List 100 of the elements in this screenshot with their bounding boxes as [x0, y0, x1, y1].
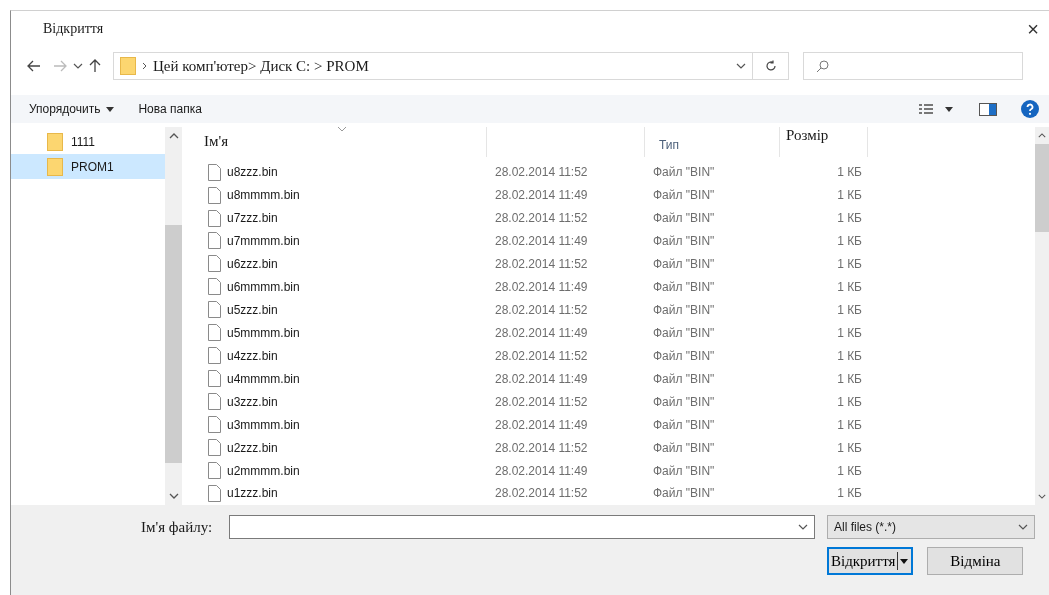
sidebar-item[interactable]: 1111 [11, 129, 165, 154]
help-icon[interactable] [1021, 100, 1039, 118]
scroll-thumb[interactable] [1035, 144, 1049, 232]
file-name[interactable]: u3zzz.bin [227, 394, 278, 409]
size-cell-text: 1 КБ [836, 325, 862, 340]
file-icon [208, 255, 221, 273]
file-name[interactable]: u7zzz.bin [227, 211, 278, 226]
new-folder-button[interactable]: Нова папка [138, 102, 202, 116]
size-cell-text: 1 КБ [836, 463, 862, 478]
type-column-header[interactable]: Тип [645, 127, 780, 157]
file-name-field[interactable] [229, 515, 815, 539]
type-cell-text: Файл "BIN" [652, 486, 716, 501]
date-cell-text: 28.02.2014 11:52 [494, 302, 589, 317]
file-icon [208, 209, 221, 227]
size-cell-text: 1 КБ [836, 394, 862, 409]
size-cell-text: 1 КБ [836, 302, 862, 317]
date-cell-text: 28.02.2014 11:49 [494, 417, 589, 432]
sidebar-scrollbar[interactable] [165, 127, 182, 505]
address-bar[interactable]: Цей комп'ютер> Диск C: > PROM [113, 52, 753, 80]
preview-pane-icon[interactable] [979, 102, 997, 116]
file-icon [208, 163, 221, 181]
file-name[interactable]: u2mmmm.bin [227, 463, 300, 478]
file-name-label: Ім'я файлу: [141, 518, 214, 536]
window-title: Відкриття [43, 21, 104, 37]
file-name[interactable]: u4mmmm.bin [227, 371, 300, 386]
file-name[interactable]: u8zzz.bin [227, 165, 278, 180]
folder-icon [47, 132, 63, 151]
refresh-icon [764, 60, 777, 72]
size-cell-text: 1 КБ [836, 279, 862, 294]
refresh-button[interactable] [753, 52, 789, 80]
sidebar-item[interactable]: PROM1 [11, 154, 165, 179]
back-icon[interactable] [27, 60, 41, 72]
size-column-header[interactable]: Розмір [780, 127, 868, 157]
file-icon [208, 370, 221, 388]
open-button[interactable]: Відкриття [827, 547, 914, 575]
type-cell-text: Файл "BIN" [652, 302, 716, 317]
file-icon [208, 416, 221, 434]
file-name[interactable]: u5zzz.bin [227, 302, 278, 317]
scroll-thumb[interactable] [165, 225, 182, 463]
file-icon [208, 393, 221, 411]
file-name[interactable]: u6zzz.bin [227, 256, 278, 271]
size-cell-text: 1 КБ [836, 486, 862, 501]
recent-locations-icon [73, 63, 83, 69]
date-cell-text: 28.02.2014 11:52 [494, 486, 589, 501]
type-cell-text: Файл "BIN" [652, 440, 716, 455]
scroll-down-icon[interactable] [1038, 494, 1046, 499]
dropdown-icon [1018, 524, 1028, 530]
file-name[interactable]: u6mmmm.bin [227, 279, 300, 294]
size-cell-text: 1 КБ [836, 256, 862, 271]
type-cell-text: Файл "BIN" [652, 371, 716, 386]
up-icon[interactable] [89, 59, 101, 73]
name-column-header[interactable]: Ім'я [190, 127, 487, 157]
type-cell-text: Файл "BIN" [652, 463, 716, 478]
date-cell-text: 28.02.2014 11:52 [494, 440, 589, 455]
file-icon [208, 347, 221, 365]
file-icon [208, 186, 221, 204]
folder-icon [47, 157, 63, 176]
date-cell-text: 28.02.2014 11:49 [494, 234, 589, 248]
organize-button[interactable]: Упорядочить [29, 102, 115, 116]
type-cell-text: Файл "BIN" [652, 234, 716, 248]
cancel-button[interactable]: Відміна [927, 547, 1024, 575]
date-cell-text: 28.02.2014 11:52 [494, 256, 589, 271]
date-cell-text: 28.02.2014 11:52 [494, 165, 589, 180]
type-cell-text: Файл "BIN" [652, 211, 716, 226]
type-cell-text: Файл "BIN" [652, 417, 716, 432]
scroll-up-icon[interactable] [168, 133, 179, 139]
search-field[interactable] [803, 52, 1023, 80]
file-icon [208, 301, 221, 319]
file-icon [208, 484, 221, 502]
view-options-icon[interactable] [919, 103, 955, 115]
file-name[interactable]: u8mmmm.bin [227, 188, 300, 203]
size-cell-text: 1 КБ [836, 348, 862, 363]
date-cell-text: 28.02.2014 11:49 [494, 325, 589, 340]
scroll-down-icon[interactable] [168, 493, 179, 499]
size-cell-text: 1 КБ [836, 371, 862, 386]
close-button[interactable]: × [1023, 17, 1043, 41]
file-name[interactable]: u2zzz.bin [227, 440, 278, 455]
file-name[interactable]: u1zzz.bin [227, 486, 278, 501]
caret-icon [106, 106, 115, 112]
size-cell-text: 1 КБ [836, 165, 862, 180]
size-cell-text: 1 КБ [836, 234, 862, 248]
file-list-scrollbar[interactable] [1035, 127, 1049, 505]
file-icon [208, 232, 221, 250]
date-cell-text: 28.02.2014 11:49 [494, 188, 589, 203]
sort-icon [338, 127, 346, 132]
type-cell-text: Файл "BIN" [652, 394, 716, 409]
date-cell-text: 28.02.2014 11:52 [494, 211, 589, 226]
date-cell-text: 28.02.2014 11:52 [494, 394, 589, 409]
file-name[interactable]: u4zzz.bin [227, 348, 278, 363]
file-icon [208, 439, 221, 457]
file-name[interactable]: u3mmmm.bin [227, 417, 300, 432]
file-icon [208, 324, 221, 342]
file-name[interactable]: u5mmmm.bin [227, 325, 300, 340]
size-cell-text: 1 КБ [836, 417, 862, 432]
file-type-dropdown[interactable]: All files (*.*) [827, 515, 1035, 539]
date-cell-text: 28.02.2014 11:52 [494, 348, 589, 363]
scroll-up-icon[interactable] [1038, 133, 1046, 138]
file-name[interactable]: u7mmmm.bin [227, 234, 300, 248]
date-cell-text: 28.02.2014 11:49 [494, 279, 589, 294]
dropdown-icon [798, 524, 808, 530]
